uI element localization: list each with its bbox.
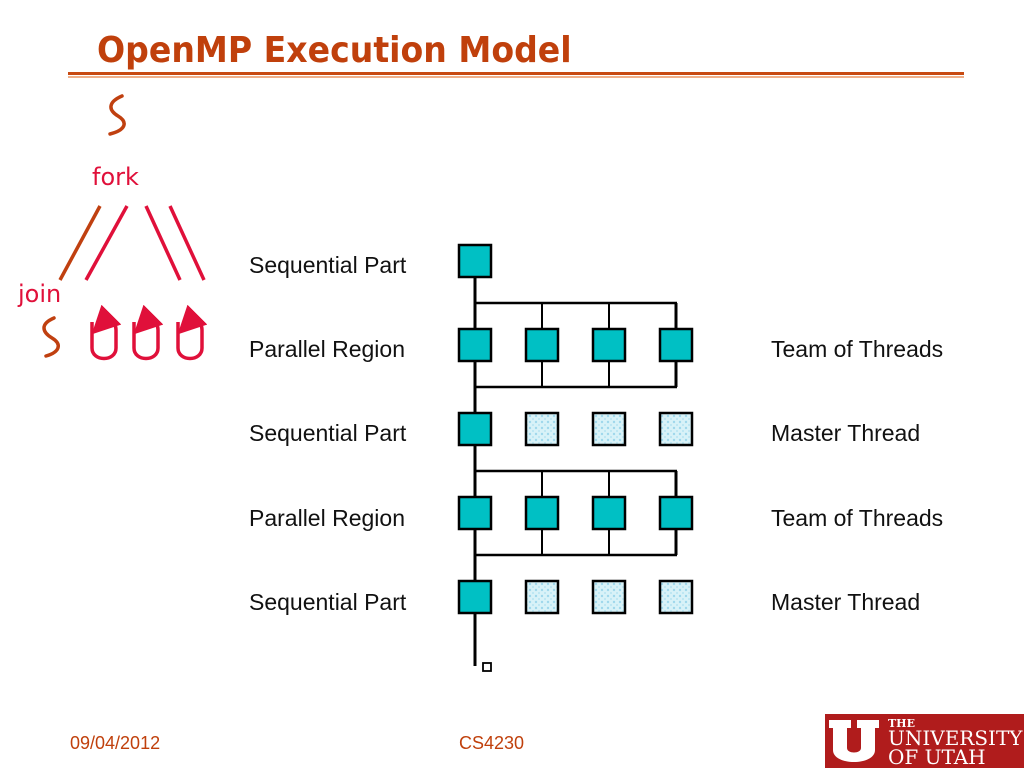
active-thread-box bbox=[658, 327, 694, 363]
thread-diagram bbox=[457, 243, 694, 672]
idle-thread-box bbox=[658, 579, 694, 615]
logo-of-utah: OF UTAH bbox=[888, 745, 986, 769]
active-thread-box bbox=[457, 327, 493, 363]
footer-date: 09/04/2012 bbox=[70, 733, 161, 753]
active-thread-box bbox=[457, 579, 493, 615]
idle-thread-box bbox=[658, 411, 694, 447]
footer-course: CS4230 bbox=[459, 733, 525, 753]
end-marker bbox=[482, 662, 492, 672]
active-thread-box bbox=[591, 327, 627, 363]
idle-thread-box bbox=[524, 411, 560, 447]
active-thread-box bbox=[524, 327, 560, 363]
active-thread-box bbox=[457, 411, 493, 447]
idle-thread-box bbox=[591, 579, 627, 615]
university-logo: THE UNIVERSITY OF UTAH bbox=[825, 714, 1024, 769]
active-thread-box bbox=[457, 243, 493, 279]
active-thread-box bbox=[591, 495, 627, 531]
active-thread-box bbox=[658, 495, 694, 531]
idle-thread-box bbox=[524, 579, 560, 615]
idle-thread-box bbox=[591, 411, 627, 447]
active-thread-box bbox=[457, 495, 493, 531]
u-block-icon bbox=[829, 720, 879, 762]
active-thread-box bbox=[524, 495, 560, 531]
